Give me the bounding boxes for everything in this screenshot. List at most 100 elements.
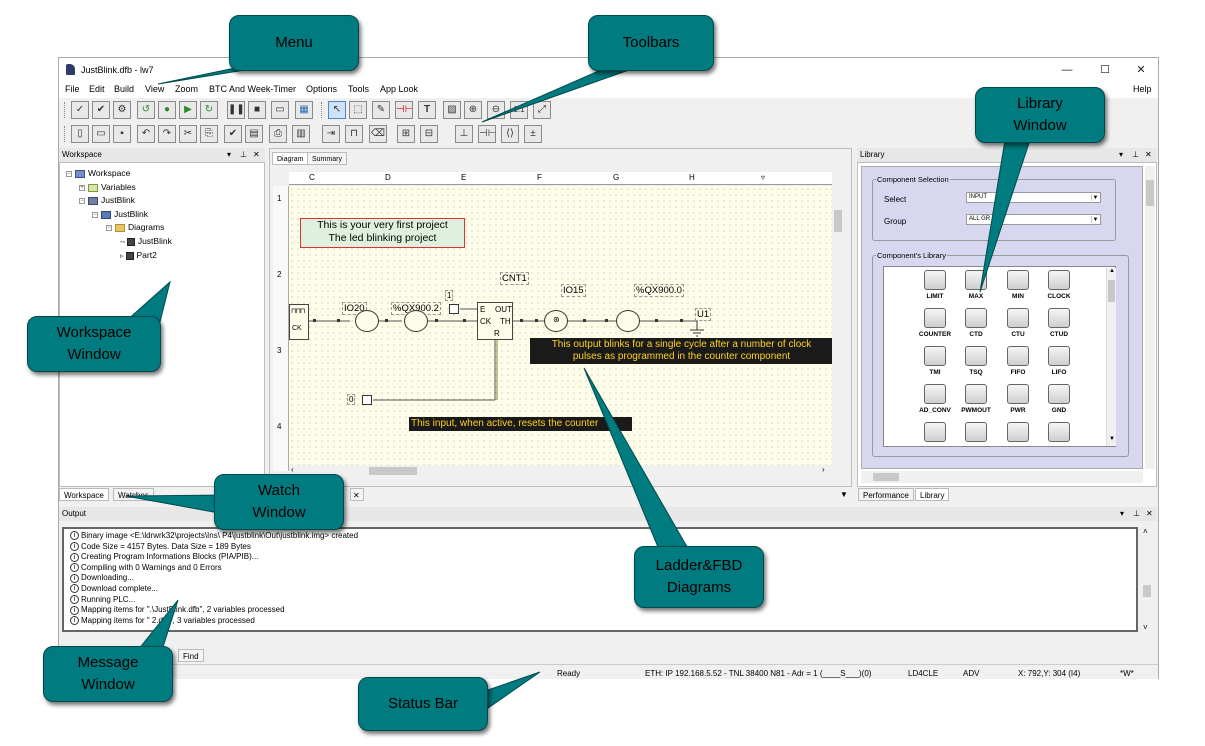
component-ctud[interactable]: CTUD xyxy=(1039,308,1079,338)
menu-app-look[interactable]: App Look xyxy=(380,84,418,94)
select-rect-icon[interactable]: ⬚ xyxy=(349,101,367,119)
tree-node-diagram-part2[interactable]: ▹ Part2 xyxy=(120,250,157,260)
menu-zoom[interactable]: Zoom xyxy=(175,84,198,94)
variable-io15[interactable]: IO15 xyxy=(561,284,586,297)
comment-output-blinks[interactable]: This output blinks for a single cycle af… xyxy=(530,338,833,364)
watch-icon[interactable]: ▦ xyxy=(295,101,313,119)
component-gnd[interactable]: GND xyxy=(1039,384,1079,414)
menu-file[interactable]: File xyxy=(65,84,80,94)
collapse-icon[interactable]: − xyxy=(66,170,72,177)
text-tool-icon[interactable]: T xyxy=(418,101,436,119)
collapse-icon[interactable]: − xyxy=(79,197,85,204)
clock-block[interactable]: ⊓⊓⊓ CK xyxy=(289,304,309,340)
zoom-out-icon[interactable]: ⊖ xyxy=(487,101,505,119)
stop-icon[interactable]: ■ xyxy=(248,101,266,119)
menu-tools[interactable]: Tools xyxy=(348,84,369,94)
tree-node-variables[interactable]: + Variables xyxy=(79,182,136,192)
constant-1[interactable]: 1 xyxy=(445,290,454,301)
comment-reset-input[interactable]: This input, when active, resets the coun… xyxy=(409,417,632,431)
vscroll-thumb[interactable] xyxy=(834,210,842,232)
hscroll-thumb[interactable] xyxy=(369,467,417,475)
group-dropdown[interactable]: ALL GR ▼ xyxy=(966,214,1101,225)
coil-qx9000[interactable] xyxy=(616,310,640,332)
maximize-button[interactable]: ☐ xyxy=(1095,62,1115,78)
save-icon[interactable]: ▪ xyxy=(113,125,131,143)
grid-icon[interactable]: ⊞ xyxy=(397,125,415,143)
editor-hscroll[interactable]: ‹ › xyxy=(289,465,832,477)
contact-no-icon[interactable]: ⊥ xyxy=(455,125,473,143)
pin-dropdown-icon[interactable]: ▾ xyxy=(227,148,231,162)
properties-icon[interactable]: ▤ xyxy=(245,125,263,143)
component-item-17[interactable] xyxy=(956,422,996,445)
print-preview-icon[interactable]: ▥ xyxy=(292,125,310,143)
tree-node-diagrams[interactable]: − Diagrams xyxy=(106,222,164,232)
close-button[interactable]: ✕ xyxy=(1131,62,1151,78)
variable-qx9000[interactable]: %QX900.0 xyxy=(634,284,684,297)
tab-find[interactable]: Find xyxy=(178,649,204,662)
tab-watches[interactable]: Watches xyxy=(113,488,154,501)
component-lifo[interactable]: LIFO xyxy=(1039,346,1079,376)
component-fifo[interactable]: FIFO xyxy=(998,346,1038,376)
constant-0[interactable]: 0 xyxy=(347,394,356,405)
connect-icon[interactable]: ↺ xyxy=(137,101,155,119)
library-vscroll[interactable] xyxy=(1145,166,1155,469)
contact-icon[interactable]: ⊣⊢ xyxy=(395,101,413,119)
tab-library[interactable]: Library xyxy=(915,488,950,501)
library-hscroll[interactable] xyxy=(861,471,1143,483)
cut-icon[interactable]: ✂ xyxy=(179,125,197,143)
compile-all-icon[interactable]: ✔ xyxy=(92,101,110,119)
tab-list-dropdown-icon[interactable]: ▼ xyxy=(840,490,848,499)
zoom-fit-icon[interactable]: ⤢ xyxy=(533,101,551,119)
component-max[interactable]: MAX xyxy=(956,270,996,300)
pause-icon[interactable]: ❚❚ xyxy=(227,101,245,119)
menu-edit[interactable]: Edit xyxy=(89,84,105,94)
new-file-icon[interactable]: ▯ xyxy=(71,125,89,143)
delete-row-icon[interactable]: ⌫ xyxy=(369,125,387,143)
layout-icon[interactable]: ⊟ xyxy=(420,125,438,143)
component-counter[interactable]: COUNTER xyxy=(915,308,955,338)
tree-node-workspace[interactable]: − Workspace xyxy=(66,168,130,178)
zoom-100-icon[interactable]: 1:1 xyxy=(510,101,528,119)
editor-vscroll[interactable] xyxy=(832,186,844,465)
ground-icon[interactable]: ± xyxy=(524,125,542,143)
output-u1[interactable]: U1 xyxy=(695,308,712,321)
component-tsq[interactable]: TSQ xyxy=(956,346,996,376)
run-icon[interactable]: ● xyxy=(158,101,176,119)
pin-icon[interactable]: ⊥ xyxy=(1132,148,1139,162)
zoom-in-icon[interactable]: ⊕ xyxy=(464,101,482,119)
pointer-tool-icon[interactable]: ↖ xyxy=(328,101,346,119)
monitor-icon[interactable]: ▭ xyxy=(271,101,289,119)
output-vscroll[interactable]: ˄ ˅ xyxy=(1141,527,1153,635)
component-clock[interactable]: CLOCK xyxy=(1039,270,1079,300)
image-icon[interactable]: ▧ xyxy=(443,101,461,119)
counter-name[interactable]: CNT1 xyxy=(500,272,529,285)
build-icon[interactable]: ⚙ xyxy=(113,101,131,119)
library-hscroll-thumb[interactable] xyxy=(873,473,899,481)
undo-icon[interactable]: ↶ xyxy=(137,125,155,143)
pin-dropdown-icon[interactable]: ▾ xyxy=(1120,507,1124,521)
menu-help[interactable]: Help xyxy=(1133,84,1152,94)
tree-node-diagram-justblink[interactable]: -▫ JustBlink xyxy=(120,236,172,246)
menu-options[interactable]: Options xyxy=(306,84,337,94)
pin-icon[interactable]: ⊥ xyxy=(240,148,247,162)
print-icon[interactable]: ⎙ xyxy=(269,125,287,143)
panel-close-icon[interactable]: ✕ xyxy=(1145,148,1152,162)
copy-icon[interactable]: ⎘ xyxy=(200,125,218,143)
panel-close-icon[interactable]: ✕ xyxy=(1146,507,1153,521)
select-dropdown[interactable]: INPUT ▼ xyxy=(966,192,1101,203)
component-ad_conv[interactable]: AD_CONV xyxy=(915,384,955,414)
component-tmi[interactable]: TMI xyxy=(915,346,955,376)
tab-diagram[interactable]: Diagram xyxy=(272,152,309,165)
open-file-icon[interactable]: ▭ xyxy=(92,125,110,143)
play-icon[interactable]: ▶ xyxy=(179,101,197,119)
panel-close-icon[interactable]: ✕ xyxy=(253,148,260,162)
restart-icon[interactable]: ↻ xyxy=(200,101,218,119)
pencil-icon[interactable]: ✎ xyxy=(372,101,390,119)
scroll-right-icon[interactable]: › xyxy=(822,465,825,474)
component-item-18[interactable] xyxy=(998,422,1038,445)
component-limit[interactable]: LIMIT xyxy=(915,270,955,300)
menu-build[interactable]: Build xyxy=(114,84,134,94)
tab-workspace[interactable]: Workspace xyxy=(59,488,109,501)
contact-io15[interactable]: ⊛ xyxy=(544,310,568,332)
contact-qx9002[interactable] xyxy=(404,310,428,332)
